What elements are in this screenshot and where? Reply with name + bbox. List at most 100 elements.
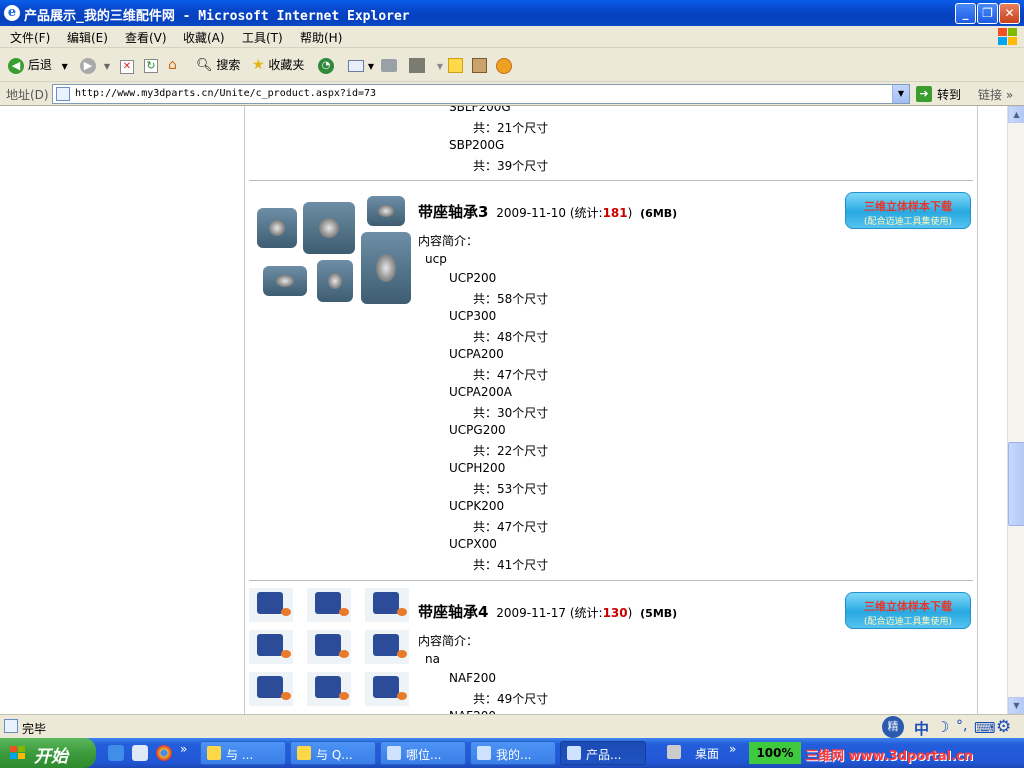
ime-logo-icon[interactable]: 精 bbox=[882, 716, 904, 738]
start-button[interactable]: 开始 bbox=[0, 738, 96, 768]
series-name: na bbox=[425, 652, 440, 666]
forward-button[interactable]: ▶ ▼ bbox=[80, 56, 110, 74]
messenger-button[interactable] bbox=[496, 56, 512, 74]
file-size: (5MB) bbox=[640, 607, 678, 620]
download-count: 130 bbox=[602, 606, 628, 620]
restore-button[interactable]: ❐ bbox=[977, 3, 998, 24]
chevron-down-icon[interactable]: ▼ bbox=[437, 62, 443, 71]
links-button[interactable]: 链接 » bbox=[978, 86, 1013, 103]
window-title: 产品展示_我的三维配件网 - Microsoft Internet Explor… bbox=[24, 9, 410, 24]
item-count: 共：22个尺寸 bbox=[473, 444, 549, 458]
go-button[interactable]: ➔ 转到 bbox=[916, 85, 972, 103]
research-button[interactable] bbox=[472, 56, 487, 74]
item-model: NAF200 bbox=[449, 671, 496, 685]
back-button[interactable]: ◀ 后退 ▼ bbox=[8, 56, 68, 74]
stop-button[interactable]: ✕ bbox=[120, 56, 134, 74]
menu-favorites[interactable]: 收藏(A) bbox=[183, 29, 225, 46]
chevron-right-icon[interactable]: » bbox=[180, 742, 187, 756]
taskbar-item[interactable]: 与 ... bbox=[200, 741, 286, 765]
chinese-mode-icon[interactable]: 中 bbox=[914, 718, 929, 739]
messenger-icon bbox=[496, 57, 512, 74]
taskbar-item[interactable]: 哪位... bbox=[380, 741, 466, 765]
divider bbox=[249, 180, 973, 181]
item-count: 共：47个尺寸 bbox=[473, 520, 549, 534]
punctuation-icon[interactable]: °, bbox=[956, 718, 967, 734]
scroll-up-icon[interactable]: ▲ bbox=[1008, 106, 1024, 123]
keyboard-icon[interactable]: ⌨ bbox=[974, 719, 996, 737]
taskbar-item[interactable]: 与 Q... bbox=[290, 741, 376, 765]
ie-quicklaunch-icon[interactable] bbox=[108, 745, 124, 761]
ie-icon bbox=[387, 746, 401, 760]
edit-button[interactable]: ▼ bbox=[409, 56, 443, 74]
menu-file[interactable]: 文件(F) bbox=[10, 29, 50, 46]
scroll-down-icon[interactable]: ▼ bbox=[1008, 697, 1024, 714]
ime-toolbar[interactable]: 精 中 ☽ °, ⌨ ⚙ bbox=[878, 716, 1024, 738]
product-image[interactable] bbox=[253, 194, 411, 308]
system-tray: 桌面 » 100% 三维网 www.3dportal.cn bbox=[665, 738, 1024, 768]
menu-help[interactable]: 帮助(H) bbox=[300, 29, 342, 46]
stop-icon: ✕ bbox=[120, 60, 134, 74]
minimize-button[interactable]: _ bbox=[955, 3, 976, 24]
ie-icon bbox=[567, 746, 581, 760]
chevron-right-icon[interactable]: » bbox=[729, 742, 736, 756]
menu-edit[interactable]: 编辑(E) bbox=[67, 29, 108, 46]
star-icon: ★ bbox=[252, 57, 265, 73]
zoom-indicator[interactable]: 100% bbox=[749, 742, 801, 764]
chevron-down-icon[interactable]: ▼ bbox=[104, 62, 110, 71]
chevron-down-icon[interactable]: ▼ bbox=[62, 62, 68, 71]
refresh-button[interactable]: ↻ bbox=[144, 56, 158, 74]
favorites-button[interactable]: ★ 收藏夹 bbox=[252, 56, 304, 74]
item-count: 共：58个尺寸 bbox=[473, 292, 549, 306]
history-icon: ◔ bbox=[318, 57, 334, 74]
ie-icon: e bbox=[4, 5, 20, 21]
item-model: UCPK200 bbox=[449, 499, 505, 513]
item-count: 共：53个尺寸 bbox=[473, 482, 549, 496]
document-icon bbox=[207, 746, 221, 760]
home-button[interactable]: ⌂ bbox=[168, 56, 184, 74]
intro-label: 内容简介： bbox=[418, 634, 479, 648]
product-image[interactable] bbox=[249, 588, 415, 714]
printer-icon bbox=[381, 59, 397, 72]
address-url[interactable]: http://www.my3dparts.cn/Unite/c_product.… bbox=[75, 88, 376, 99]
item-count: 共：47个尺寸 bbox=[473, 368, 549, 382]
page-icon bbox=[4, 719, 18, 733]
menu-tools[interactable]: 工具(T) bbox=[242, 29, 283, 46]
vertical-scrollbar[interactable]: ▲ ▼ bbox=[1007, 106, 1024, 714]
address-input[interactable]: http://www.my3dparts.cn/Unite/c_product.… bbox=[52, 84, 910, 104]
gear-icon[interactable]: ⚙ bbox=[996, 717, 1011, 737]
download-3d-sample-button[interactable]: 三维立体样本下载 (配合迈迪工具集使用) bbox=[845, 592, 971, 629]
note-icon bbox=[448, 58, 463, 73]
chevron-down-icon[interactable]: ▼ bbox=[892, 85, 909, 103]
home-icon: ⌂ bbox=[168, 57, 177, 73]
close-button[interactable]: ✕ bbox=[999, 3, 1020, 24]
address-bar: 地址(D) http://www.my3dparts.cn/Unite/c_pr… bbox=[0, 82, 1024, 106]
item-count: 共：41个尺寸 bbox=[473, 558, 549, 572]
scroll-thumb[interactable] bbox=[1008, 442, 1024, 526]
history-button[interactable]: ◔ bbox=[318, 56, 334, 74]
chrome-icon[interactable] bbox=[156, 745, 172, 761]
item-model: UCPX00 bbox=[449, 537, 497, 551]
taskbar-item-active[interactable]: 产品... bbox=[560, 741, 646, 765]
moon-icon[interactable]: ☽ bbox=[936, 718, 949, 736]
discuss-button[interactable] bbox=[448, 56, 463, 74]
chevron-down-icon[interactable]: ▼ bbox=[368, 62, 374, 71]
product-title: 带座轴承3 2009-11-10 (统计:181) (6MB) bbox=[418, 203, 678, 221]
item-model: UCP200 bbox=[449, 271, 497, 285]
menu-view[interactable]: 查看(V) bbox=[125, 29, 167, 46]
desktop-toolbar[interactable]: 桌面 bbox=[695, 745, 719, 762]
search-button[interactable]: 🔍︎ 搜索 bbox=[196, 56, 240, 74]
taskbar-item[interactable]: 我的... bbox=[470, 741, 556, 765]
go-arrow-icon: ➔ bbox=[916, 86, 932, 102]
print-button[interactable] bbox=[381, 56, 397, 74]
keyboard-icon[interactable] bbox=[667, 745, 681, 759]
product-name[interactable]: 带座轴承3 bbox=[418, 203, 488, 221]
item-count: 共：21个尺寸 bbox=[473, 121, 549, 135]
download-3d-sample-button[interactable]: 三维立体样本下载 (配合迈迪工具集使用) bbox=[845, 192, 971, 229]
search-icon: 🔍︎ bbox=[196, 58, 213, 73]
page-content: SBLF200G 共：21个尺寸 SBP200G 共：39个尺寸 带座轴承3 2… bbox=[0, 106, 1007, 714]
mail-button[interactable]: ▼ bbox=[348, 56, 374, 74]
explorer-quicklaunch-icon[interactable] bbox=[132, 745, 148, 761]
item-count: 共：39个尺寸 bbox=[473, 159, 549, 173]
product-name[interactable]: 带座轴承4 bbox=[418, 603, 488, 621]
product-title: 带座轴承4 2009-11-17 (统计:130) (5MB) bbox=[418, 603, 678, 621]
